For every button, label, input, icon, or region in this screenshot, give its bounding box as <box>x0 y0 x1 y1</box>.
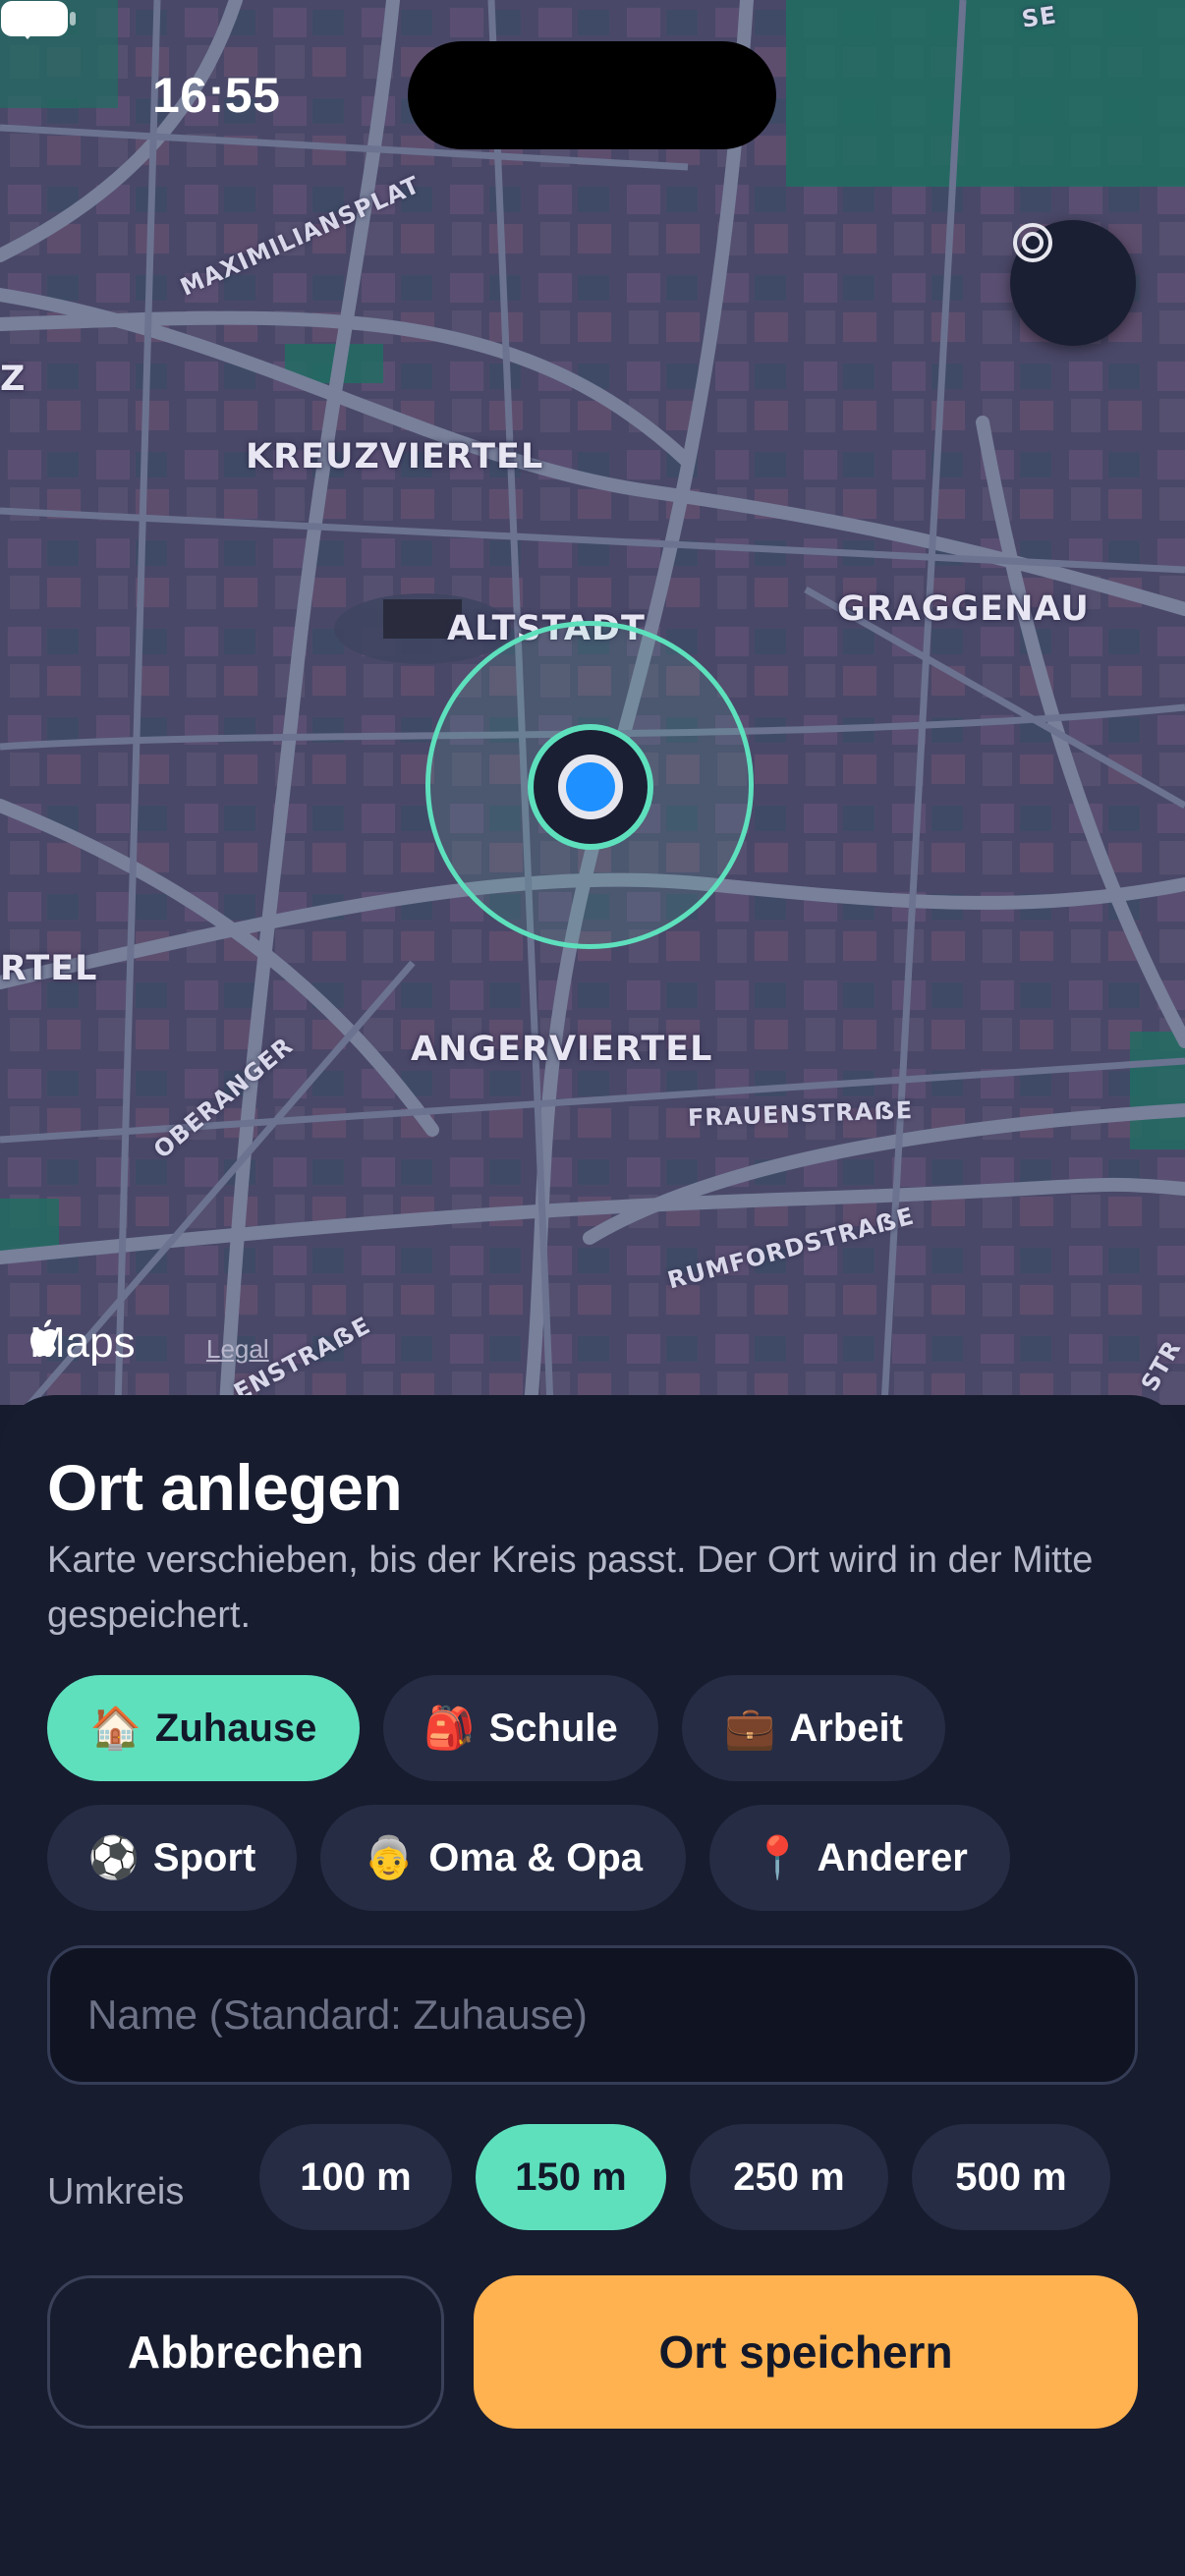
label-angerviertel: ANGERVIERTEL <box>411 1030 713 1069</box>
grandmother-icon: 👵 <box>363 1833 416 1881</box>
locate-button[interactable] <box>1010 220 1136 346</box>
sheet-subtitle: Karte verschieben, bis der Kreis passt. … <box>47 1540 1094 1636</box>
status-time: 16:55 <box>152 68 281 123</box>
label-rtel-fragment: RTEL <box>0 949 98 988</box>
apple-maps-logo[interactable]: Maps <box>29 1318 136 1368</box>
battery-icon <box>1 1 76 36</box>
house-icon: 🏠 <box>89 1704 141 1752</box>
place-name-input[interactable] <box>47 1945 1138 2085</box>
category-chip-label: Oma & Opa <box>428 1835 644 1879</box>
radius-option-150[interactable]: 150 m <box>476 2124 666 2230</box>
category-chip-anderer[interactable]: 📍 Anderer <box>709 1805 1010 1911</box>
category-chip-label: Zuhause <box>154 1706 317 1750</box>
category-chip-label: Anderer <box>817 1835 968 1879</box>
save-place-button[interactable]: Ort speichern <box>474 2275 1138 2429</box>
location-dot <box>558 755 623 819</box>
category-chip-label: Sport <box>152 1835 256 1879</box>
category-chip-oma-opa[interactable]: 👵 Oma & Opa <box>320 1805 686 1911</box>
category-chip-arbeit[interactable]: 💼 Arbeit <box>682 1675 945 1781</box>
location-pin <box>528 724 653 850</box>
pin-icon: 📍 <box>752 1833 804 1881</box>
radius-option-100[interactable]: 100 m <box>259 2124 452 2230</box>
dynamic-island <box>408 41 776 149</box>
radius-option-250[interactable]: 250 m <box>690 2124 888 2230</box>
screen: KREUZVIERTEL ALTSTADT GRAGGENAU ANGERVIE… <box>0 0 1185 2576</box>
map-view[interactable]: KREUZVIERTEL ALTSTADT GRAGGENAU ANGERVIE… <box>0 0 1185 1405</box>
briefcase-icon: 💼 <box>724 1704 776 1752</box>
category-chip-zuhause[interactable]: 🏠 Zuhause <box>47 1675 360 1781</box>
apple-icon <box>30 1319 57 1357</box>
sheet-title: Ort anlegen <box>47 1451 403 1524</box>
category-chip-sport[interactable]: ⚽ Sport <box>47 1805 297 1911</box>
target-icon <box>1013 223 1052 262</box>
category-chip-label: Arbeit <box>789 1706 903 1750</box>
category-chip-schule[interactable]: 🎒 Schule <box>383 1675 658 1781</box>
label-kreuzviertel: KREUZVIERTEL <box>246 437 544 476</box>
radius-option-500[interactable]: 500 m <box>912 2124 1110 2230</box>
create-place-sheet: Ort anlegen Karte verschieben, bis der K… <box>0 1395 1185 2576</box>
soccer-ball-icon: ⚽ <box>87 1833 140 1881</box>
backpack-icon: 🎒 <box>423 1704 476 1752</box>
radius-label: Umkreis <box>47 2171 185 2212</box>
label-z-fragment: Z <box>0 360 27 399</box>
label-graggenau: GRAGGENAU <box>837 589 1090 629</box>
legal-link[interactable]: Legal <box>206 1334 269 1365</box>
cancel-button[interactable]: Abbrechen <box>47 2275 444 2429</box>
category-chip-label: Schule <box>488 1706 618 1750</box>
street-se-fragment: SE <box>1020 1 1059 33</box>
